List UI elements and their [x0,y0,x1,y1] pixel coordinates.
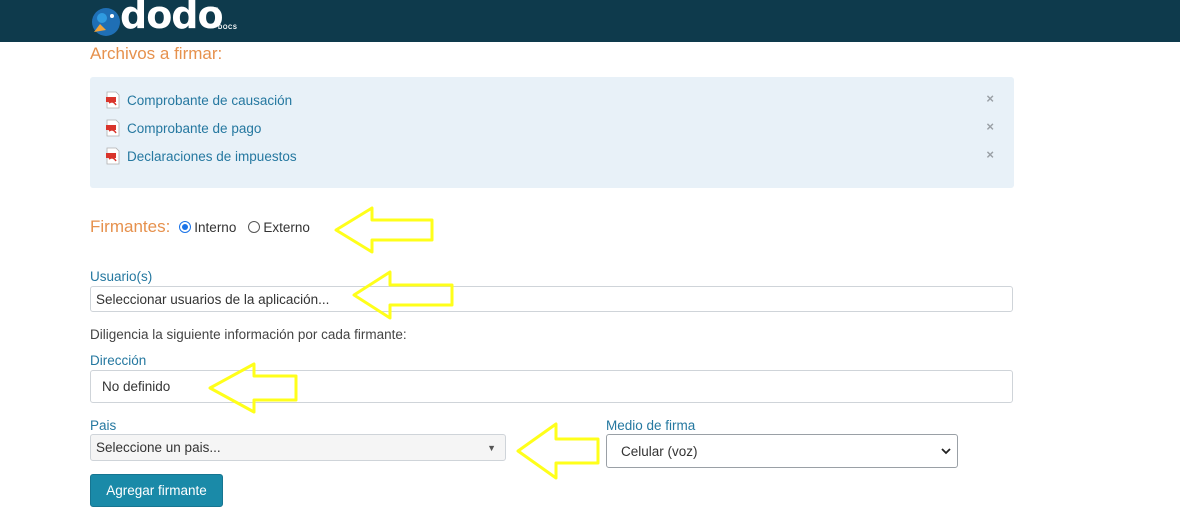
top-bar: dodo ® DOCS [0,0,1180,42]
annotation-arrow-icon [516,422,600,480]
country-selected-value: Seleccione un pais... [96,440,221,455]
radio-label: Externo [263,219,310,235]
radio-button-checked[interactable] [179,221,192,233]
chevron-down-icon [941,448,951,455]
pdf-icon [106,119,120,137]
file-item: Comprobante de pago × [104,118,1000,138]
annotation-arrow-icon [208,362,298,414]
country-select[interactable]: Seleccione un pais... ▼ [90,434,506,461]
file-item: Comprobante de causación × [104,90,1000,110]
add-signer-button[interactable]: Agregar firmante [90,474,223,507]
radio-label: Interno [194,219,237,235]
annotation-arrow-icon [334,206,434,254]
users-label: Usuario(s) [90,269,153,284]
signing-method-select[interactable]: Celular (voz) [606,434,958,468]
logo-registered-mark: ® [214,8,219,14]
address-label: Dirección [90,353,147,368]
users-input[interactable]: Seleccionar usuarios de la aplicación... [90,286,1013,312]
signing-method-selected-value: Celular (voz) [621,443,698,459]
remove-file-icon[interactable]: × [986,147,994,162]
file-link[interactable]: Declaraciones de impuestos [127,149,297,164]
radio-interno[interactable]: Interno [179,220,236,235]
pdf-icon [106,91,120,109]
files-section-title: Archivos a firmar: [90,44,223,63]
file-link[interactable]: Comprobante de pago [127,121,261,136]
remove-file-icon[interactable]: × [986,119,994,134]
logo-wordmark: dodo [120,0,224,37]
signers-type: Firmantes: Interno Externo [90,217,322,237]
logo-subtitle: DOCS [218,25,238,31]
signers-label: Firmantes: [90,217,171,236]
country-label: Pais [90,418,117,433]
file-item: Declaraciones de impuestos × [104,146,1000,166]
dropdown-arrow-icon: ▼ [487,442,496,453]
pdf-icon [106,147,120,165]
info-text: Diligencia la siguiente información por … [90,327,407,342]
files-list: Comprobante de causación × Comprobante d… [90,77,1014,188]
signing-method-label: Medio de firma [606,418,696,433]
annotation-arrow-icon [352,270,454,320]
radio-button[interactable] [248,221,261,233]
radio-externo[interactable]: Externo [248,220,310,235]
remove-file-icon[interactable]: × [986,91,994,106]
file-link[interactable]: Comprobante de causación [127,93,292,108]
